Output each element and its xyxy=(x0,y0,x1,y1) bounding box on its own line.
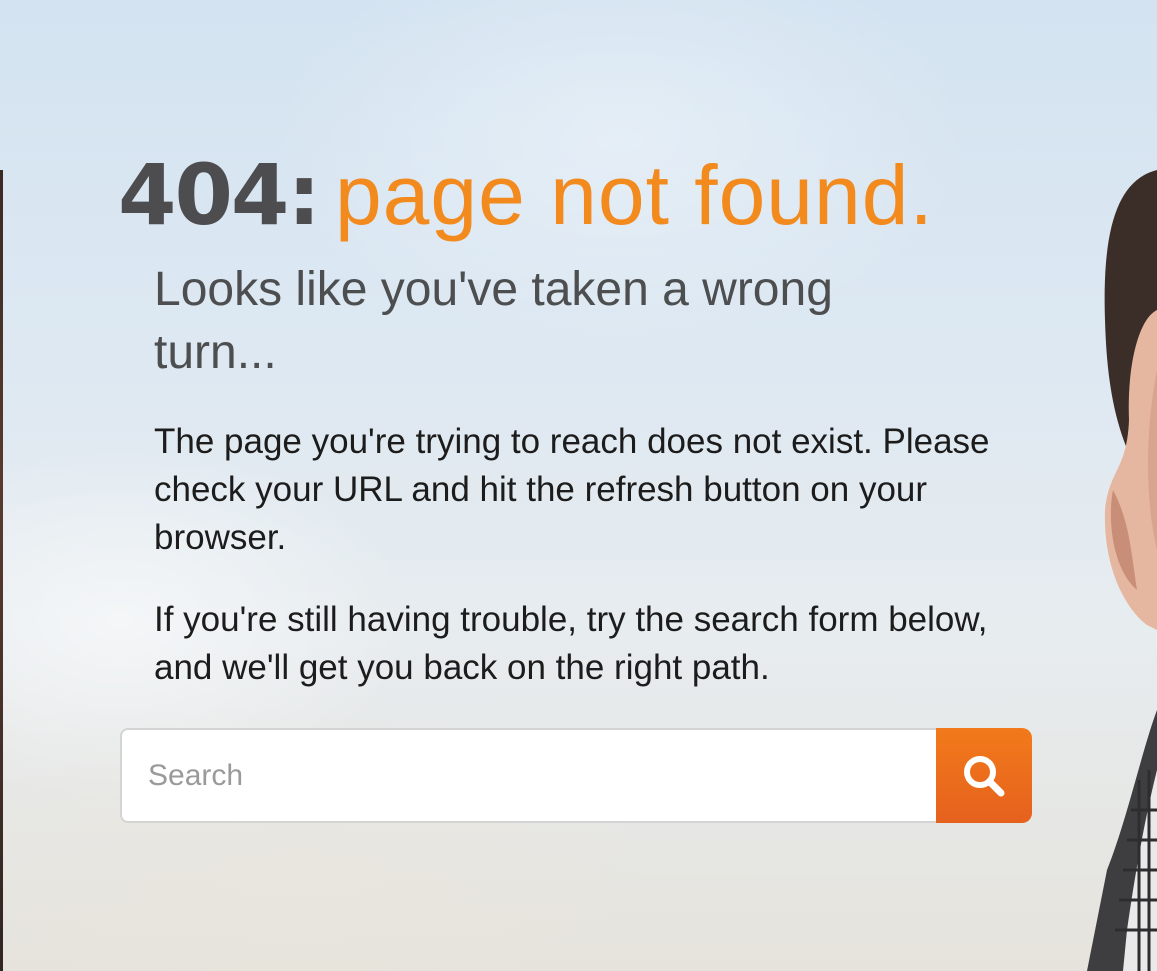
subheading: Looks like you've taken a wrong turn... xyxy=(154,263,833,379)
error-message: page not found. xyxy=(334,148,934,242)
search-input[interactable] xyxy=(120,728,936,823)
error-page: 404: page not found. Looks like you've ta… xyxy=(0,0,1157,971)
error-description: The page you're trying to reach does not… xyxy=(154,422,990,557)
search-icon xyxy=(961,753,1007,799)
error-code: 404: xyxy=(118,146,321,244)
search-button[interactable] xyxy=(936,728,1032,823)
search-form xyxy=(120,728,1032,823)
page-title: 404: page not found. xyxy=(118,140,934,250)
help-text: If you're still having trouble, try the … xyxy=(154,600,988,687)
